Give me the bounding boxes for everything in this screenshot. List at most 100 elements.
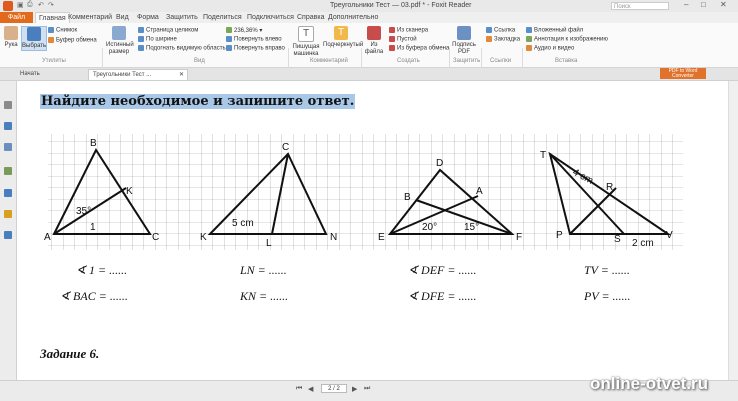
- camera-icon: [48, 27, 54, 33]
- foxit-logo-icon: [3, 1, 13, 11]
- typewriter-icon: T: [298, 26, 314, 42]
- attach-file-button[interactable]: Вложенный файл: [526, 27, 583, 34]
- cursor-icon: [27, 27, 41, 41]
- save-icon[interactable]: ▣: [17, 1, 24, 9]
- rotate-right-button[interactable]: Повернуть вправо: [226, 45, 285, 52]
- label-l: L: [266, 238, 272, 249]
- triangles-figure: A B C K 35° 1 C K L N 5 cm D B A E F 20°…: [44, 134, 683, 250]
- fit-width-button[interactable]: По ширине: [138, 36, 177, 43]
- angle-1: 1: [90, 222, 96, 233]
- label-a3: A: [476, 186, 483, 197]
- page-number-input[interactable]: 2 / 2: [321, 384, 347, 393]
- grid: [48, 134, 683, 250]
- width-fit-icon: [138, 36, 144, 42]
- answer-pv: PV = ......: [584, 289, 631, 303]
- link-button[interactable]: Ссылка: [486, 27, 515, 34]
- tools-icon[interactable]: [4, 231, 12, 239]
- zoom-icon: [226, 27, 232, 34]
- group-label: Утилиты: [42, 58, 66, 64]
- label-v: V: [666, 230, 673, 241]
- actual-size-button[interactable]: Истинный размер: [106, 26, 134, 56]
- typewriter-button[interactable]: T Пишущая машинка: [291, 26, 321, 58]
- label-k: K: [126, 186, 133, 197]
- rotate-left-button[interactable]: Повернуть влево: [226, 36, 282, 43]
- length-2cm: 2 cm: [632, 238, 654, 249]
- promo-badge[interactable]: PDF to Word Converter: [660, 68, 706, 79]
- first-page-icon[interactable]: ⏮: [296, 385, 302, 393]
- vertical-scrollbar[interactable]: [728, 81, 738, 380]
- lock-icon[interactable]: [4, 210, 12, 218]
- layers-icon[interactable]: [4, 122, 12, 130]
- label-a: A: [44, 232, 51, 243]
- close-tab-icon[interactable]: ✕: [179, 70, 184, 81]
- label-e: E: [378, 232, 385, 243]
- label-f: F: [516, 232, 522, 243]
- bookmark-button[interactable]: Закладка: [486, 36, 520, 43]
- paperclip-icon: [526, 27, 532, 33]
- answer-angle-bac: ∢ BAC = ......: [60, 289, 128, 303]
- label-r: R: [606, 182, 613, 193]
- zoom-select[interactable]: 236,36% ▾: [226, 27, 262, 34]
- maximize-icon[interactable]: □: [701, 0, 706, 9]
- comments-icon[interactable]: [4, 143, 12, 151]
- watermark: online-otvet.ru: [590, 374, 709, 393]
- search-input[interactable]: Поиск: [611, 2, 669, 10]
- highlight-button[interactable]: T Подчеркнутый: [323, 26, 363, 49]
- page-heading: Найдите необходимое и запишите ответ.: [40, 94, 356, 109]
- prev-page-icon[interactable]: ◀: [308, 385, 313, 393]
- menu-file[interactable]: Файл: [0, 12, 33, 23]
- menu-share[interactable]: Поделиться: [203, 12, 242, 23]
- tab-start[interactable]: Начать: [16, 69, 86, 80]
- pages-icon[interactable]: [4, 101, 12, 109]
- label-s: S: [614, 234, 621, 245]
- link-panel-icon[interactable]: [4, 189, 12, 197]
- print-icon[interactable]: ⎙: [27, 1, 33, 9]
- image-annotation-button[interactable]: Аннотация к изображению: [526, 36, 608, 43]
- group-label: Защитить: [453, 58, 481, 64]
- menu-comment[interactable]: Комментарий: [68, 12, 112, 23]
- signature-icon: [457, 26, 471, 40]
- minimize-icon[interactable]: –: [684, 0, 688, 9]
- blank-button[interactable]: Пустой: [389, 36, 417, 43]
- from-scanner-button[interactable]: Из сканера: [389, 27, 428, 34]
- menu-help[interactable]: Справка: [297, 12, 324, 23]
- next-page-icon[interactable]: ▶: [352, 385, 357, 393]
- label-k2: K: [200, 232, 207, 243]
- page-icon: [112, 26, 126, 40]
- page-fit-icon: [138, 27, 144, 33]
- select-tool-button[interactable]: Выбрать: [21, 26, 47, 51]
- hand-tool-button[interactable]: Рука: [2, 26, 20, 49]
- clipboard-icon: [48, 37, 54, 43]
- answer-angle-1: ∢ 1 = ......: [76, 263, 128, 277]
- menu-view[interactable]: Вид: [116, 12, 129, 23]
- label-c2: C: [282, 142, 289, 153]
- undo-icon[interactable]: ↶: [38, 1, 44, 9]
- label-n: N: [330, 232, 337, 243]
- window-title: Треугольники Тест — 03.pdf * - Foxit Rea…: [330, 2, 472, 9]
- audio-video-button[interactable]: Аудио и видео: [526, 45, 574, 52]
- clipboard-button[interactable]: Буфер обмена: [48, 37, 97, 44]
- rotate-left-icon: [226, 36, 232, 42]
- tab-document[interactable]: Треугольники Тест ... ✕: [88, 69, 188, 80]
- attachments-icon[interactable]: [4, 167, 12, 175]
- angle-15: 15°: [464, 222, 479, 233]
- menu-protect[interactable]: Защитить: [166, 12, 198, 23]
- redo-icon[interactable]: ↷: [48, 1, 54, 9]
- snapshot-button[interactable]: Снимок: [48, 27, 77, 34]
- hand-icon: [4, 26, 18, 40]
- answer-ln: LN = ......: [240, 263, 287, 277]
- menu-connect[interactable]: Подключиться: [247, 12, 294, 23]
- close-icon[interactable]: ✕: [720, 0, 727, 9]
- from-clipboard-button[interactable]: Из буфера обмена: [389, 45, 449, 52]
- menu-advanced[interactable]: Дополнительно: [328, 12, 378, 23]
- fit-page-button[interactable]: Страница целиком: [138, 27, 198, 34]
- sign-pdf-button[interactable]: Подпись PDF: [452, 26, 476, 56]
- fit-visible-button[interactable]: Подогнать видимую область: [138, 45, 226, 52]
- blank-page-icon: [389, 36, 395, 42]
- ribbon: Рука Выбрать Снимок Буфер обмена Истинны…: [0, 23, 738, 86]
- highlight-icon: T: [334, 26, 348, 40]
- menu-form[interactable]: Форма: [137, 12, 159, 23]
- last-page-icon[interactable]: ⏭: [364, 385, 370, 393]
- from-file-button[interactable]: Из файла: [364, 26, 384, 56]
- media-icon: [526, 45, 532, 51]
